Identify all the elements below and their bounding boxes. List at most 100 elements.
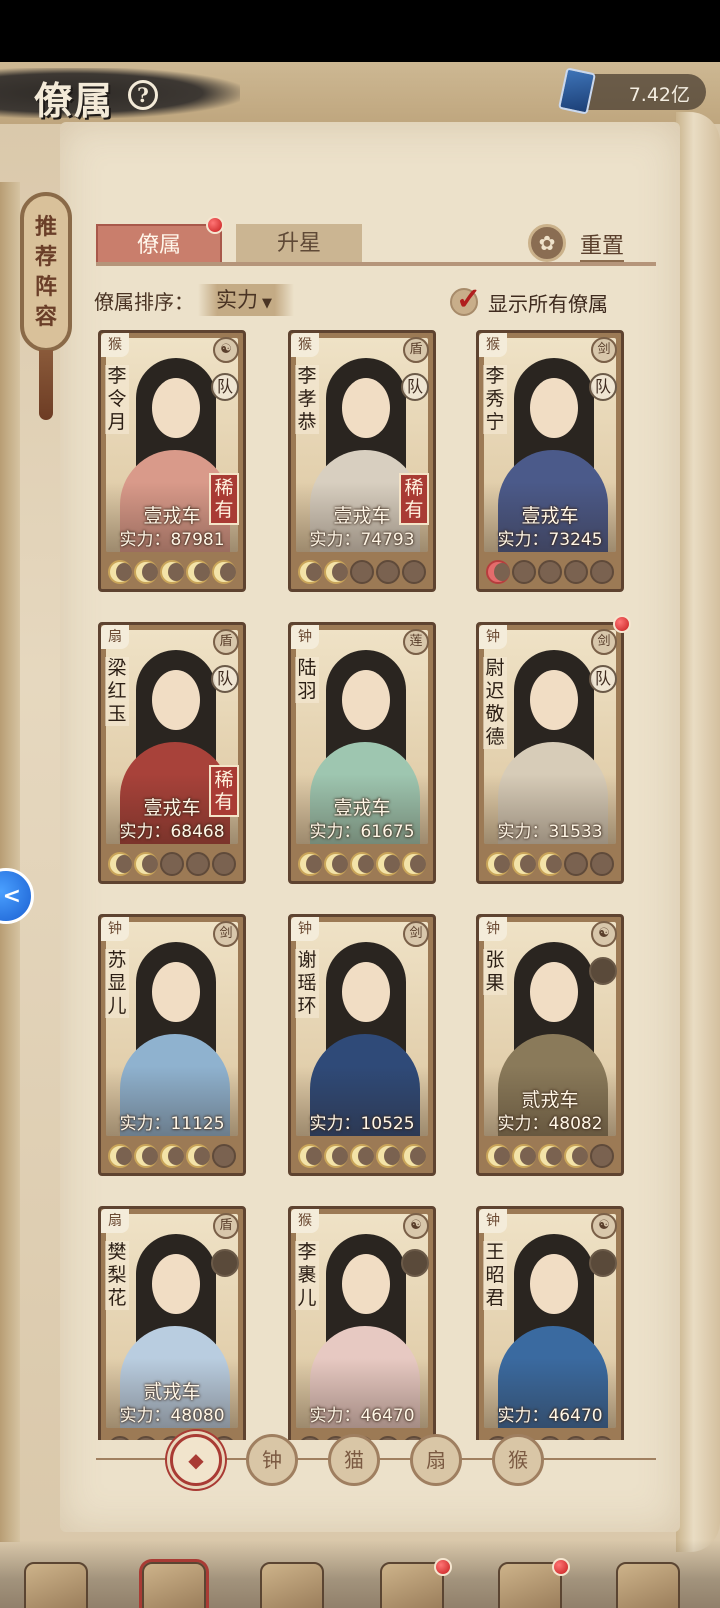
moon-star-icon <box>350 560 374 584</box>
retainer-name: 陆羽 <box>295 657 319 703</box>
power-value: 实力：48080 <box>119 1406 225 1426</box>
retainer-card[interactable]: 扇盾队梁红玉稀有 壹戎车 实力：68468 <box>98 622 246 884</box>
recommend-char: 容 <box>34 304 57 330</box>
retainer-name: 李秀宁 <box>483 365 507 434</box>
recommend-char: 荐 <box>34 244 57 270</box>
page-title: 僚属 <box>34 78 115 123</box>
name-char: 裹 <box>297 1264 317 1286</box>
yinyang-icon: ☯ <box>591 921 617 947</box>
currency-display[interactable]: 7.42亿 <box>557 67 706 115</box>
retainer-name: 李令月 <box>105 365 129 434</box>
retainer-card[interactable]: 钟 莲陆羽壹戎车 实力：61675 <box>288 622 436 884</box>
bottom-navigation: 县邑僚属政务州城郊九州 <box>0 1540 720 1608</box>
sword-icon: 剑 <box>403 921 429 947</box>
recommend-char: 推 <box>34 214 57 240</box>
retainer-card[interactable]: 扇 盾樊梨花贰戎车 实力：48080 <box>98 1206 246 1440</box>
sort-dropdown[interactable]: 实力 ▼ <box>198 284 294 316</box>
moon-star-icon <box>590 560 614 584</box>
county-gate-icon <box>24 1562 88 1608</box>
tab-retainers[interactable]: 僚属 <box>96 224 222 264</box>
moon-star-icon <box>324 1144 348 1168</box>
moon-star-icon <box>376 560 400 584</box>
retainer-card[interactable]: 钟 ☯ 王昭君实力：46470 <box>476 1206 624 1440</box>
cat-icon[interactable]: 猫 <box>328 1434 380 1486</box>
retainer-card[interactable]: 猴 ☯ 队李令月稀有 壹戎车 实力：87981 <box>98 330 246 592</box>
bell-icon[interactable]: 钟 <box>246 1434 298 1486</box>
vehicle-tier: 壹戎车 <box>521 505 579 527</box>
retainer-name: 王昭君 <box>483 1241 507 1310</box>
star-rating <box>106 849 238 879</box>
question-circle-icon[interactable]: ? <box>128 80 158 110</box>
name-char: 儿 <box>297 1287 317 1309</box>
monkey-icon[interactable]: 猴 <box>492 1434 544 1486</box>
name-char: 敬 <box>485 703 505 725</box>
moon-star-icon <box>564 560 588 584</box>
shield-icon: 盾 <box>213 629 239 655</box>
name-char: 君 <box>485 1287 505 1309</box>
moon-star-icon <box>186 852 210 876</box>
nav-item-scrolls[interactable]: 僚属 <box>124 1562 224 1608</box>
retainer-name: 张果 <box>483 949 507 995</box>
retainer-card[interactable]: 猴盾队李孝恭稀有 壹戎车 实力：74793 <box>288 330 436 592</box>
portrait-face <box>530 378 578 438</box>
portrait-face <box>342 378 390 438</box>
retainer-card[interactable]: 钟 剑队 尉迟敬德实力：31533 <box>476 615 631 884</box>
bell-icon: 钟 <box>479 1209 507 1233</box>
nav-item-map-scroll[interactable]: 九州 <box>598 1562 698 1608</box>
nav-item-documents[interactable]: 政务 <box>242 1562 342 1608</box>
name-char: 苏 <box>107 949 127 971</box>
documents-icon <box>260 1562 324 1608</box>
vehicle-tier: 壹戎车 <box>143 797 201 819</box>
reset-button[interactable]: ✿ 重置 <box>528 224 656 264</box>
name-char: 秀 <box>485 388 505 410</box>
faction-filter-row: ◆ 钟猫扇猴 <box>96 1430 656 1490</box>
vehicle-tier: 壹戎车 <box>143 505 201 527</box>
retainer-card[interactable]: 猴 ☯ 李裹儿实力：46470 <box>288 1206 436 1440</box>
name-char: 樊 <box>107 1241 127 1263</box>
power-value: 实力：73245 <box>497 530 603 550</box>
recommend-lineup-button[interactable]: 推 荐 阵 容 <box>20 192 72 352</box>
tab-star-up[interactable]: 升星 <box>236 224 362 264</box>
retainer-card[interactable]: 钟 剑苏显儿实力：11125 <box>98 914 246 1176</box>
name-char: 玉 <box>107 703 127 725</box>
name-char: 李 <box>485 365 505 387</box>
retainer-card[interactable]: 猴 剑队 李秀宁壹戎车 实力：73245 <box>476 330 624 592</box>
fan-icon[interactable]: 扇 <box>410 1434 462 1486</box>
star-rating <box>484 1141 616 1171</box>
name-char: 梨 <box>107 1264 127 1286</box>
name-char: 李 <box>107 365 127 387</box>
moon-star-icon <box>212 852 236 876</box>
star-rating <box>484 557 616 587</box>
check-icon: ✓ <box>456 282 482 317</box>
moon-star-icon <box>402 852 426 876</box>
moon-star-icon <box>186 1144 210 1168</box>
nav-item-mountain[interactable]: 州 <box>362 1558 462 1608</box>
bell-icon: 钟 <box>291 625 319 649</box>
retainer-card[interactable]: 钟 剑谢瑶环实力：10525 <box>288 914 436 1176</box>
vehicle-tier: 壹戎车 <box>333 505 391 527</box>
nav-item-suburb[interactable]: 城郊 <box>480 1558 580 1608</box>
yinyang-icon: ☯ <box>213 337 239 363</box>
companion-avatar <box>589 957 617 985</box>
all-factions-icon[interactable]: ◆ <box>170 1434 222 1486</box>
power-value: 实力：46470 <box>309 1406 415 1426</box>
nav-item-county-gate[interactable]: 县邑 <box>6 1562 106 1608</box>
name-char: 尉 <box>485 657 505 679</box>
name-char: 显 <box>107 972 127 994</box>
checkbox[interactable]: ✓ <box>450 282 481 317</box>
moon-star-icon <box>402 560 426 584</box>
retainer-card[interactable]: 钟 ☯ 张果贰戎车 实力：48082 <box>476 914 624 1176</box>
power-value: 实力：46470 <box>497 1406 603 1426</box>
moon-star-icon <box>298 852 322 876</box>
name-char: 花 <box>107 1287 127 1309</box>
portrait-face <box>342 1254 390 1314</box>
moon-star-icon <box>108 852 132 876</box>
vehicle-tier: 壹戎车 <box>333 797 391 819</box>
retainer-name: 尉迟敬德 <box>483 657 507 749</box>
reset-icon: ✿ <box>528 224 566 262</box>
moon-star-icon <box>402 1144 426 1168</box>
moon-star-icon <box>564 1144 588 1168</box>
shield-icon: 盾 <box>213 1213 239 1239</box>
name-char: 月 <box>107 411 127 433</box>
retainer-name: 苏显儿 <box>105 949 129 1018</box>
